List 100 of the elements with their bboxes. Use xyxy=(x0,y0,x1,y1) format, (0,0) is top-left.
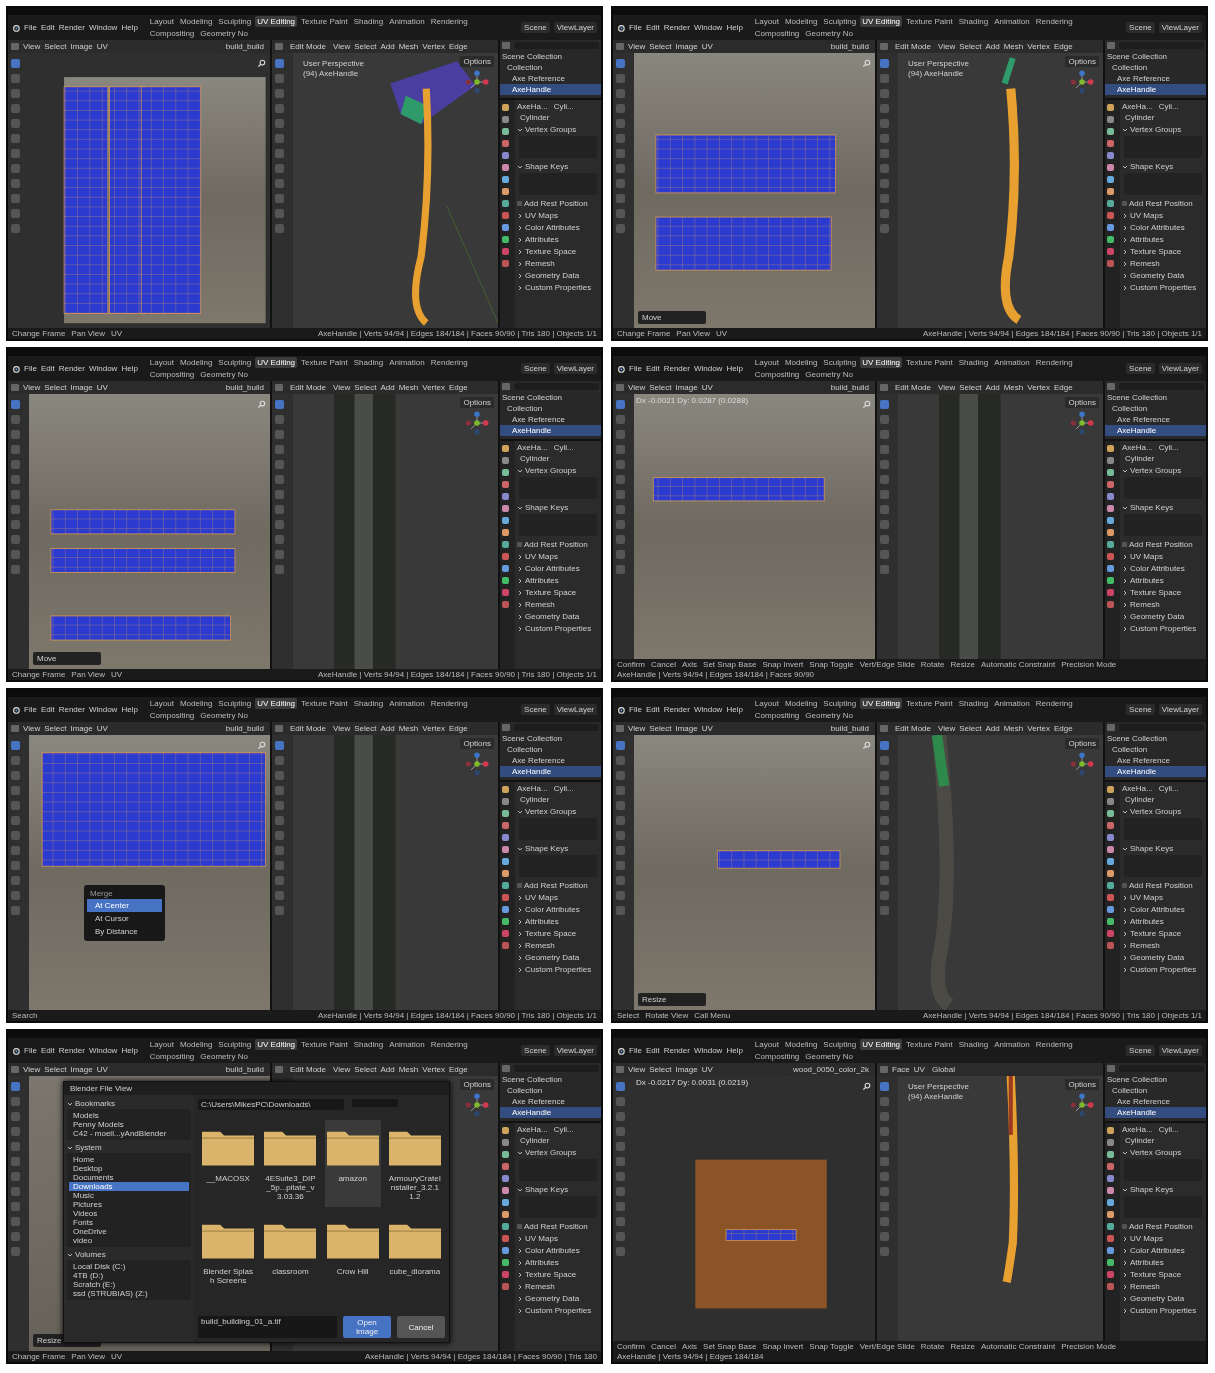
group-header[interactable]: Volumes xyxy=(75,1250,106,1259)
menu-item[interactable]: Mesh xyxy=(1003,724,1024,733)
workspace-tab[interactable]: Modeling xyxy=(177,1039,215,1050)
outliner-item[interactable]: Axe Reference xyxy=(1105,414,1206,425)
checkbox[interactable] xyxy=(1122,883,1127,888)
workspace-tab[interactable]: Rendering xyxy=(428,357,470,368)
menu-item[interactable]: Image xyxy=(70,42,93,51)
menu-item[interactable]: Edge xyxy=(448,1065,468,1074)
menu-item[interactable]: Vertex xyxy=(422,724,445,733)
chevron-icon[interactable] xyxy=(1122,1149,1128,1156)
options-button[interactable]: Options xyxy=(1065,738,1099,749)
chevron-icon[interactable] xyxy=(1122,845,1128,852)
menu-item[interactable]: At Cursor xyxy=(87,912,162,925)
workspace-tab[interactable]: Animation xyxy=(387,698,427,709)
menu-item[interactable]: Help xyxy=(726,23,743,32)
chevron-icon[interactable] xyxy=(1122,504,1128,511)
chevron-icon[interactable] xyxy=(1122,918,1128,925)
panel-header[interactable]: UV Maps xyxy=(525,211,558,220)
chevron-icon[interactable] xyxy=(517,284,523,291)
workspace-tab[interactable]: Texture Paint xyxy=(299,1039,350,1050)
outliner-item[interactable]: Scene Collection xyxy=(1105,51,1206,62)
editor-type-icon[interactable] xyxy=(502,724,510,731)
workspace-tab[interactable]: Animation xyxy=(387,16,427,27)
outliner-item[interactable]: AxeHandle xyxy=(1105,766,1206,777)
chevron-icon[interactable] xyxy=(517,212,523,219)
open-image-button[interactable]: Open Image xyxy=(343,1316,391,1338)
menu-item[interactable]: Image xyxy=(675,42,698,51)
outliner-item[interactable]: Collection xyxy=(1105,1085,1206,1096)
workspace-tab[interactable]: Rendering xyxy=(428,16,470,27)
workspace-tab[interactable]: Compositing xyxy=(752,28,802,39)
folder-item[interactable]: 4ESuite3_DIP_5p...pitate_v3.03.36 xyxy=(262,1120,319,1207)
panel-header[interactable]: Attributes xyxy=(1130,576,1164,585)
menu-item[interactable]: Edge xyxy=(448,42,468,51)
location-item[interactable]: Pictures xyxy=(69,1200,189,1209)
chevron-icon[interactable] xyxy=(517,577,523,584)
location-item[interactable]: ssd (STRUBIAS) (Z:) xyxy=(69,1289,189,1298)
workspace-tab[interactable]: Animation xyxy=(387,1039,427,1050)
menu-item[interactable]: Help xyxy=(726,705,743,714)
chevron-icon[interactable] xyxy=(1122,625,1128,632)
outliner-item[interactable]: Axe Reference xyxy=(500,755,601,766)
editor-type-icon[interactable] xyxy=(1107,42,1115,49)
panel-header[interactable]: Color Attributes xyxy=(1130,1246,1185,1255)
folder-item[interactable]: Crow Hill xyxy=(324,1213,381,1291)
workspace-tab[interactable]: Animation xyxy=(992,698,1032,709)
chevron-icon[interactable] xyxy=(1122,272,1128,279)
outliner-item[interactable]: AxeHandle xyxy=(1105,84,1206,95)
path-field[interactable]: C:\Users\MikesPC\Downloads\ xyxy=(198,1099,344,1110)
menu-item[interactable]: Render xyxy=(663,705,690,714)
menu-item[interactable]: Vertex xyxy=(422,1065,445,1074)
outliner-item[interactable]: Axe Reference xyxy=(1105,73,1206,84)
panel-header[interactable]: Attributes xyxy=(1130,917,1164,926)
panel-header[interactable]: UV Maps xyxy=(525,1234,558,1243)
menu-item[interactable]: View xyxy=(938,383,956,392)
panel-header[interactable]: Attributes xyxy=(1130,1258,1164,1267)
menu-item[interactable]: Help xyxy=(121,1046,138,1055)
editor-type-icon[interactable] xyxy=(502,1065,510,1072)
menu-item[interactable]: Image xyxy=(70,383,93,392)
workspace-tab[interactable]: Animation xyxy=(992,1039,1032,1050)
outliner-item[interactable]: Scene Collection xyxy=(500,733,601,744)
chevron-icon[interactable] xyxy=(517,589,523,596)
panel-header[interactable]: Geometry Data xyxy=(525,953,580,962)
chevron-icon[interactable] xyxy=(1122,1259,1128,1266)
chevron-icon[interactable] xyxy=(1122,1307,1128,1314)
outliner-item[interactable]: Scene Collection xyxy=(1105,733,1206,744)
outliner-item[interactable]: Scene Collection xyxy=(500,1074,601,1085)
panel-header[interactable]: Attributes xyxy=(525,1258,559,1267)
blender-logo-icon[interactable] xyxy=(12,1046,20,1055)
axis-gizmo-icon[interactable] xyxy=(1069,410,1095,436)
menu-item[interactable]: Select xyxy=(649,383,672,392)
checkbox[interactable] xyxy=(517,1224,522,1229)
chevron-icon[interactable] xyxy=(67,1144,73,1151)
panel-header[interactable]: Geometry Data xyxy=(1130,953,1185,962)
workspace-tab[interactable]: Layout xyxy=(752,357,781,368)
scene-selector[interactable]: Scene xyxy=(521,363,550,374)
panel-header[interactable]: Remesh xyxy=(525,941,555,950)
location-item[interactable]: Documents xyxy=(69,1173,189,1182)
menu-item[interactable]: View xyxy=(333,724,351,733)
blender-logo-icon[interactable] xyxy=(12,23,20,32)
chevron-icon[interactable] xyxy=(517,553,523,560)
chevron-icon[interactable] xyxy=(1122,894,1128,901)
chevron-icon[interactable] xyxy=(517,565,523,572)
menu-item[interactable]: View xyxy=(938,42,956,51)
chevron-icon[interactable] xyxy=(517,504,523,511)
panel-header[interactable]: Texture Space xyxy=(525,247,577,256)
panel-header[interactable]: Shape Keys xyxy=(1130,844,1174,853)
location-item[interactable]: Fonts xyxy=(69,1218,189,1227)
workspace-tab[interactable]: Animation xyxy=(387,357,427,368)
workspace-tab[interactable]: Geometry No xyxy=(198,369,250,380)
editor-type-icon[interactable] xyxy=(502,42,510,49)
location-item[interactable]: OneDrive xyxy=(69,1227,189,1236)
options-button[interactable]: Options xyxy=(460,738,494,749)
menu-item[interactable]: Mesh xyxy=(398,42,419,51)
outliner-item[interactable]: AxeHandle xyxy=(500,84,601,95)
workspace-tab[interactable]: Compositing xyxy=(147,1051,197,1062)
menu-item[interactable]: UV xyxy=(96,724,108,733)
folder-item[interactable]: cube_diorama xyxy=(386,1213,443,1291)
chevron-icon[interactable] xyxy=(517,1149,523,1156)
chevron-icon[interactable] xyxy=(1122,577,1128,584)
workspace-tab[interactable]: Shading xyxy=(351,698,386,709)
view-layer-selector[interactable]: ViewLayer xyxy=(553,22,597,33)
